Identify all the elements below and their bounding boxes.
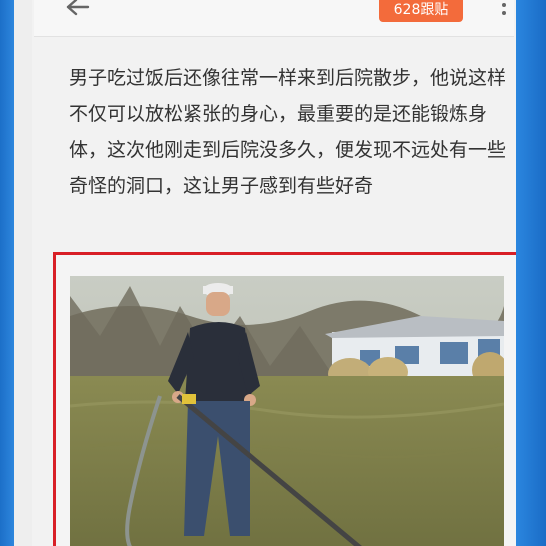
arrow-left-icon[interactable] [64, 0, 94, 20]
window-frame-right [516, 0, 546, 546]
top-nav-bar: 628跟贴 [34, 0, 514, 37]
article-photo[interactable] [70, 276, 504, 546]
more-vertical-icon[interactable] [500, 2, 508, 20]
article-paragraph: 男子吃过饭后还像往常一样来到后院散步，他说这样不仅可以放松紧张的身心，最重要的是… [69, 67, 507, 197]
phone-screen: 628跟贴 男子吃过饭后还像往常一样来到后院散步，他说这样不仅可以放松紧张的身心… [14, 0, 516, 546]
window-frame-left [0, 0, 14, 546]
reply-count-button[interactable]: 628跟贴 [379, 0, 463, 22]
